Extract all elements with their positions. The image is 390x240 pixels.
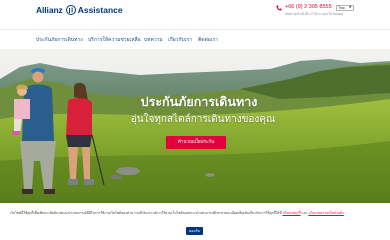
phone-icon — [276, 5, 282, 11]
main-nav: ประกันภัยการเดินทาง บริการให้ความช่วยเหล… — [0, 29, 390, 50]
language-value: ไทย — [338, 6, 345, 10]
logo-text-assistance: Assistance — [77, 5, 123, 15]
cookie-message: เว็บไซต์นี้ใช้คุกกี้เพื่อเพิ่มประสิทธิภา… — [10, 211, 382, 216]
nav-item-contact-us[interactable]: ติดต่อเรา — [198, 36, 218, 44]
hero-subtitle: อุ่นใจทุกสไตล์การเดินทางของคุณ — [130, 114, 276, 125]
cookie-policy-link[interactable]: นโยบายคุกกี้ — [283, 211, 301, 215]
phone-number[interactable]: +66 (0) 2 305 8555 — [285, 4, 332, 10]
site-header: Allianz Assistance +66 (0) 2 305 8555 จั… — [0, 0, 390, 29]
logo-text-allianz: Allianz — [36, 5, 63, 15]
calculate-premium-button[interactable]: คำนวณเบี้ยประกัน — [166, 136, 226, 149]
chevron-down-icon: ▼ — [349, 5, 352, 10]
nav-item-travel-insurance[interactable]: ประกันภัยการเดินทาง — [36, 36, 83, 44]
allianz-assistance-logo[interactable]: Allianz Assistance — [36, 4, 123, 16]
nav-item-assistance-services[interactable]: บริการให้ความช่วยเหลือ — [88, 36, 141, 44]
hero-banner: ประกันภัยการเดินทาง อุ่นใจทุกสไตล์การเดิ… — [0, 49, 390, 203]
cookie-consent-bar: เว็บไซต์นี้ใช้คุกกี้เพื่อเพิ่มประสิทธิภา… — [0, 203, 390, 240]
language-select[interactable]: ไทย ▼ — [336, 5, 354, 11]
nav-item-about-us[interactable]: เกี่ยวกับเรา — [168, 36, 192, 44]
accept-cookies-button[interactable]: ยอมรับ — [186, 227, 203, 235]
allianz-eagle-icon — [65, 5, 76, 15]
nav-item-articles[interactable]: บทความ — [144, 36, 163, 44]
cookie-text: เว็บไซต์นี้ใช้คุกกี้เพื่อเพิ่มประสิทธิภา… — [10, 211, 283, 215]
phone-hours: จันทร์-ศุกร์ 08:30-17:30 น. (ยกเว้นวันหย… — [285, 12, 344, 16]
hero-title: ประกันภัยการเดินทาง — [140, 94, 258, 109]
privacy-policy-link[interactable]: นโยบายความเป็นส่วนตัว — [308, 211, 344, 215]
